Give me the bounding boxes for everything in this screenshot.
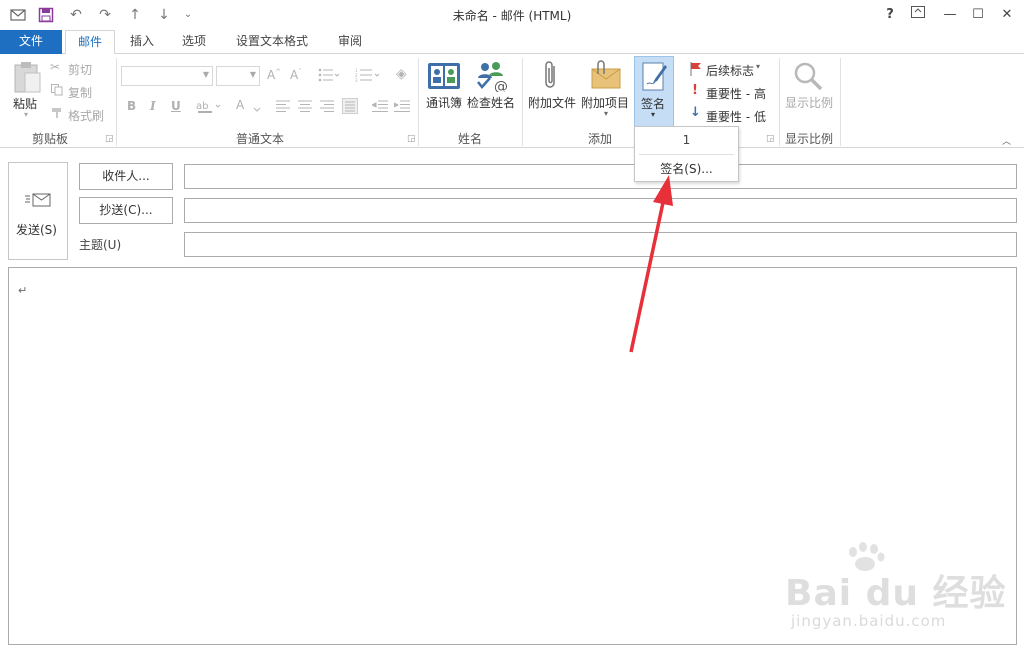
group-divider: [116, 58, 117, 146]
ribbon-tabs: 文件 邮件 插入 选项 设置文本格式 审阅: [0, 30, 1024, 55]
cc-field[interactable]: [184, 198, 1017, 223]
close-button[interactable]: ✕: [997, 5, 1017, 25]
group-divider: [522, 58, 523, 146]
tab-insert[interactable]: 插入: [120, 30, 164, 54]
clear-formatting-icon[interactable]: ◈: [396, 66, 407, 82]
tab-format-text[interactable]: 设置文本格式: [224, 30, 320, 54]
clipboard-group-label: 剪贴板: [31, 132, 68, 146]
tab-options[interactable]: 选项: [172, 30, 216, 54]
cut-icon: ✂: [50, 60, 61, 74]
paragraph-mark: ↵: [18, 284, 28, 297]
tags-launcher-icon[interactable]: ◲: [766, 134, 775, 144]
low-importance-button[interactable]: 重要性 - 低: [706, 108, 766, 125]
grow-font-icon[interactable]: A^: [267, 68, 281, 82]
send-button[interactable]: 发送(S): [8, 162, 68, 260]
clipboard-launcher-icon[interactable]: ◲: [105, 134, 114, 144]
ribbon: 粘贴 ▾ ✂ 剪切 复制 格式刷 剪贴板 ◲ ▼ ▼ A^ Aˇ 123 ◈ B…: [0, 54, 1024, 148]
increase-indent-icon[interactable]: [393, 100, 410, 115]
annotation-arrow: [629, 175, 673, 353]
basic-text-group-label: 普通文本: [235, 132, 284, 146]
tab-review[interactable]: 审阅: [328, 30, 372, 54]
shrink-font-icon[interactable]: Aˇ: [290, 68, 302, 82]
flag-icon: [690, 62, 702, 79]
attach-file-button[interactable]: 附加文件: [528, 94, 576, 111]
address-book-icon: [427, 61, 461, 94]
high-importance-icon: !: [692, 83, 698, 98]
align-center-icon[interactable]: [298, 100, 312, 115]
justify-icon[interactable]: [342, 98, 358, 117]
align-left-icon[interactable]: [276, 100, 290, 115]
address-book-button[interactable]: 通讯簿: [426, 94, 462, 111]
bold-button[interactable]: B: [127, 99, 136, 113]
attach-item-icon: [590, 60, 622, 93]
paste-dropdown-icon[interactable]: ▾: [24, 110, 28, 119]
signature-dropdown-icon: ▾: [651, 110, 656, 119]
title-bar: ↶ ↷ ↑ ↓ ⌄ 未命名 - 邮件 (HTML) ? — ☐ ✕: [0, 0, 1024, 30]
underline-button[interactable]: U: [171, 99, 181, 113]
subject-label: 主题(U): [79, 238, 122, 252]
italic-button[interactable]: I: [150, 99, 156, 113]
zoom-group-label: 显示比例: [785, 132, 834, 146]
numbering-icon[interactable]: 123: [355, 68, 381, 85]
paperclip-icon: [542, 60, 560, 95]
zoom-button[interactable]: 显示比例: [785, 94, 833, 111]
group-divider: [779, 58, 780, 146]
send-label: 发送(S): [16, 223, 57, 237]
send-icon: [25, 193, 51, 210]
signature-icon: [641, 61, 669, 96]
minimize-button[interactable]: —: [940, 5, 960, 25]
format-painter-button[interactable]: 格式刷: [68, 107, 104, 124]
decrease-indent-icon[interactable]: [370, 100, 388, 115]
to-button[interactable]: 收件人...: [79, 163, 173, 190]
svg-text:3: 3: [355, 78, 358, 82]
signature-button[interactable]: 签名 ▾: [634, 56, 674, 128]
attach-item-dropdown-icon[interactable]: ▾: [604, 109, 608, 118]
chevron-down-icon: ▼: [249, 70, 256, 79]
cut-button[interactable]: 剪切: [68, 61, 92, 78]
watermark-brand: Bai du 经验: [785, 573, 1007, 614]
baidu-watermark: Bai du 经验 jingyan.baidu.com: [785, 542, 1006, 640]
svg-text:ab: ab: [196, 101, 208, 112]
collapse-ribbon-icon[interactable]: ︿: [1002, 134, 1011, 147]
font-color-dropdown-icon[interactable]: [253, 102, 261, 116]
help-button[interactable]: ?: [880, 5, 900, 25]
highlight-icon[interactable]: ab: [196, 99, 230, 118]
maximize-button[interactable]: ☐: [968, 5, 988, 25]
group-divider: [840, 58, 841, 146]
low-importance-icon: ↓: [690, 105, 701, 120]
menu-separator: [639, 154, 734, 155]
check-names-button[interactable]: 检查姓名: [467, 94, 515, 111]
check-names-icon: @: [475, 60, 509, 95]
align-right-icon[interactable]: [320, 100, 334, 115]
zoom-icon: [792, 60, 824, 95]
cc-button[interactable]: 抄送(C)...: [79, 197, 173, 224]
subject-field[interactable]: [184, 232, 1017, 257]
follow-up-button[interactable]: 后续标志: [706, 62, 754, 79]
include-group-label: 添加: [587, 132, 612, 146]
window-title: 未命名 - 邮件 (HTML): [452, 9, 572, 23]
group-divider: [418, 58, 419, 146]
chevron-down-icon: ▼: [202, 70, 209, 79]
font-size-combo[interactable]: ▼: [216, 66, 260, 86]
format-painter-icon: [51, 107, 64, 122]
basic-text-launcher-icon[interactable]: ◲: [407, 134, 416, 144]
copy-button[interactable]: 复制: [68, 84, 92, 101]
watermark-url: jingyan.baidu.com: [791, 612, 947, 630]
font-color-button[interactable]: A: [236, 98, 244, 112]
svg-text:@: @: [494, 79, 508, 92]
tab-message[interactable]: 邮件: [65, 30, 115, 55]
signature-menu-item-1[interactable]: 1: [635, 129, 738, 151]
paste-icon[interactable]: [12, 60, 42, 97]
high-importance-button[interactable]: 重要性 - 高: [706, 85, 766, 102]
names-group-label: 姓名: [457, 132, 482, 146]
ribbon-display-options-icon[interactable]: [908, 5, 928, 25]
copy-icon: [51, 84, 63, 99]
tab-file[interactable]: 文件: [0, 30, 62, 54]
follow-up-dropdown-icon[interactable]: ▾: [756, 62, 760, 71]
bullets-icon[interactable]: [318, 68, 340, 85]
to-field[interactable]: [184, 164, 1017, 189]
font-name-combo[interactable]: ▼: [121, 66, 213, 86]
